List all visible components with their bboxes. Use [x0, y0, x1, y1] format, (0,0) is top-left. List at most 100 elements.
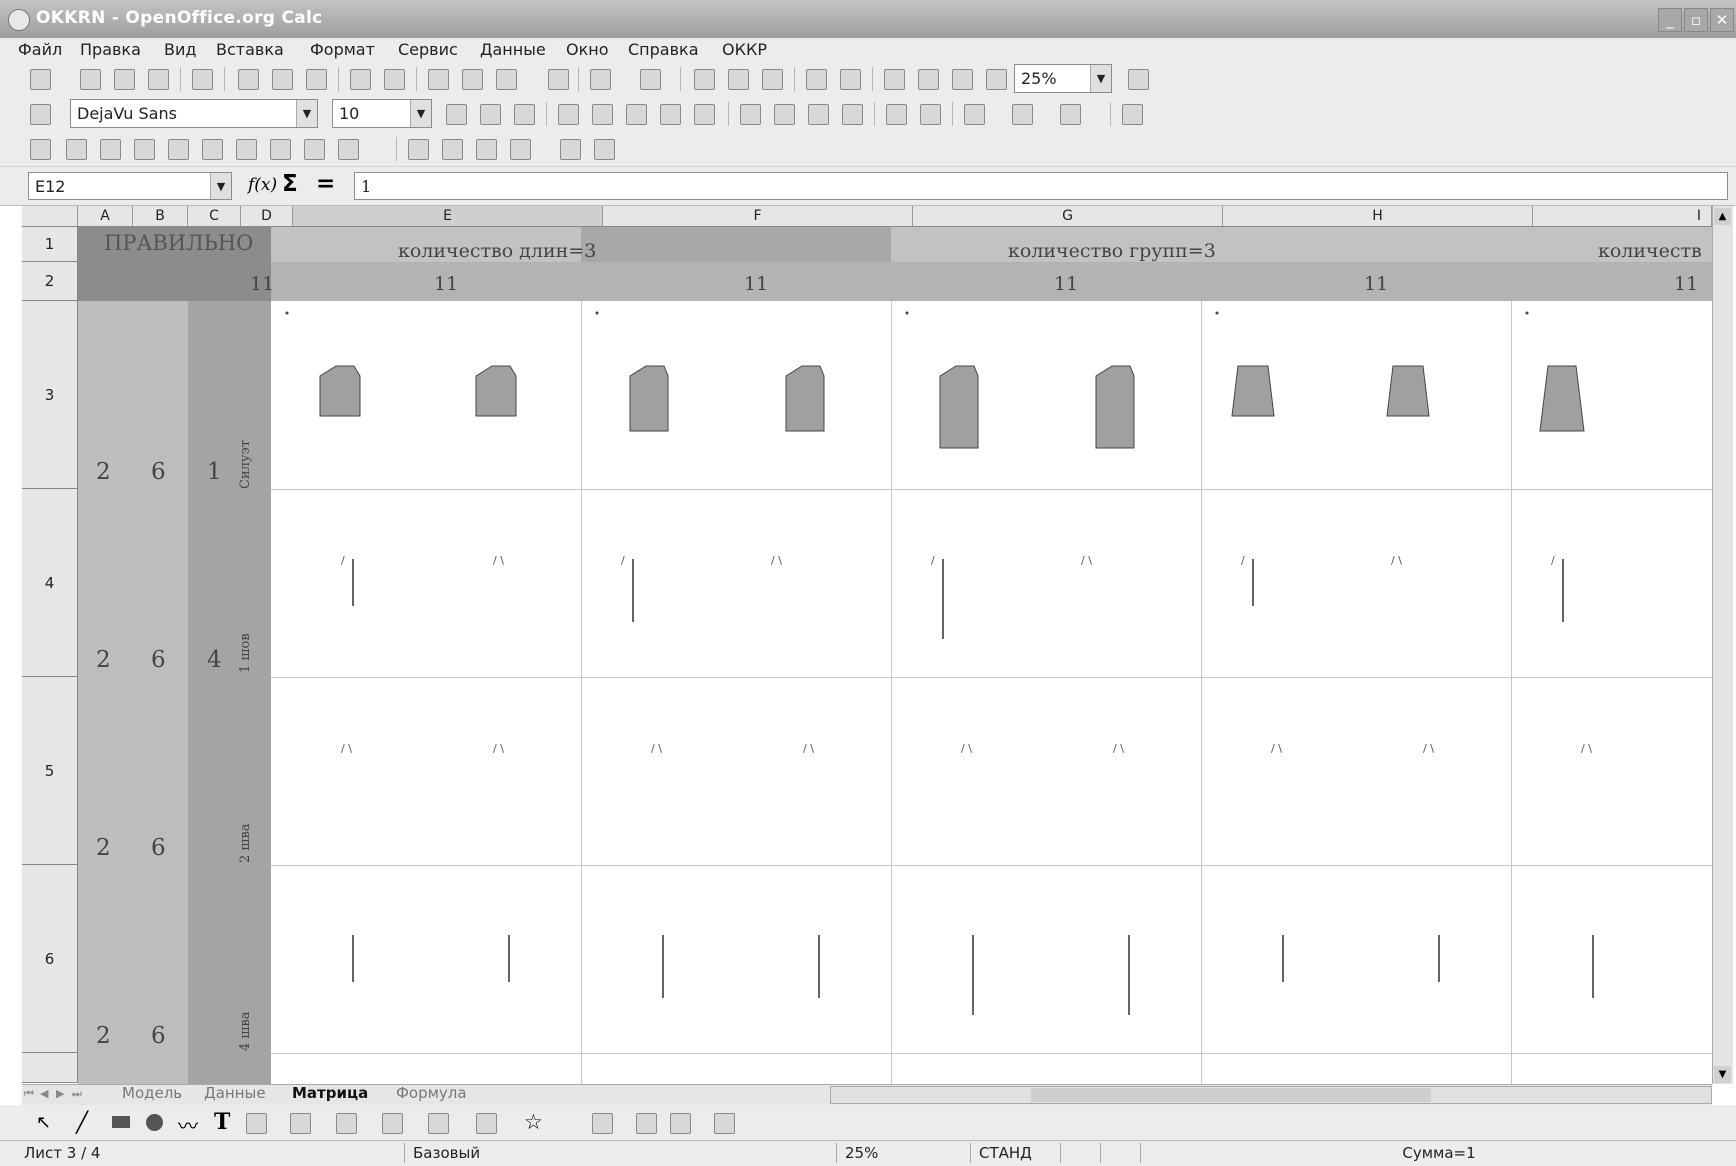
hyperlink-icon[interactable] — [694, 69, 715, 90]
status-zoom[interactable]: 25% — [836, 1143, 905, 1163]
column-header-a[interactable]: A — [78, 206, 133, 226]
gallery-icon[interactable] — [918, 69, 939, 90]
column-header-b[interactable]: B — [133, 206, 188, 226]
row-header-2[interactable]: 2 — [22, 262, 78, 301]
data-sources-icon[interactable] — [952, 69, 973, 90]
open-folder-icon[interactable] — [80, 69, 101, 90]
tab-model[interactable]: Модель — [122, 1084, 182, 1104]
tab-nav-prev-icon[interactable]: ◀ — [40, 1087, 48, 1100]
tab-nav-last-icon[interactable]: ⏭ — [72, 1087, 82, 1101]
basic-shapes-icon[interactable] — [290, 1113, 311, 1134]
row-header-4[interactable]: 4 — [22, 489, 78, 677]
navigator-icon[interactable] — [884, 69, 905, 90]
tab-nav-next-icon[interactable]: ▶ — [56, 1087, 64, 1100]
ungroup-icon[interactable] — [270, 139, 291, 160]
increase-indent-icon[interactable] — [920, 104, 941, 125]
page-preview-icon[interactable] — [306, 69, 327, 90]
sum-icon[interactable]: Σ — [282, 171, 298, 197]
italic-icon[interactable] — [480, 104, 501, 125]
justify-icon[interactable] — [660, 104, 681, 125]
copy-icon[interactable] — [462, 69, 483, 90]
group-icon[interactable] — [236, 139, 257, 160]
rectangle-icon[interactable] — [112, 1116, 130, 1128]
row-header-1[interactable]: 1 — [22, 227, 78, 262]
menu-okkr[interactable]: ОККР — [722, 40, 767, 59]
chevron-down-icon[interactable]: ▼ — [410, 100, 431, 127]
ellipse-icon[interactable] — [146, 1114, 163, 1131]
sort-descending-icon[interactable] — [762, 69, 783, 90]
sort-ascending-icon[interactable] — [728, 69, 749, 90]
menu-data[interactable]: Данные — [480, 40, 546, 59]
add-decimal-icon[interactable] — [808, 104, 829, 125]
exit-group-icon[interactable] — [338, 139, 359, 160]
scroll-down-icon[interactable]: ▼ — [1714, 1066, 1731, 1083]
tab-data[interactable]: Данные — [204, 1084, 266, 1104]
menu-help[interactable]: Справка — [628, 40, 699, 59]
zoom-icon[interactable] — [986, 69, 1007, 90]
underline-icon[interactable] — [514, 104, 535, 125]
column-header-f[interactable]: F — [603, 206, 913, 226]
edit-file-icon[interactable] — [192, 69, 213, 90]
row-header-6[interactable]: 6 — [22, 865, 78, 1053]
save-icon[interactable] — [114, 69, 135, 90]
menu-file[interactable]: Файл — [18, 40, 62, 59]
show-draw-functions-icon[interactable] — [840, 69, 861, 90]
fontwork-icon[interactable] — [636, 1113, 657, 1134]
menu-edit[interactable]: Правка — [80, 40, 141, 59]
from-file-icon[interactable] — [670, 1113, 691, 1134]
name-box[interactable]: E12 ▼ — [28, 172, 232, 200]
font-size-combo[interactable]: 10 ▼ — [332, 99, 432, 128]
chart-icon[interactable] — [806, 69, 827, 90]
delete-decimal-icon[interactable] — [842, 104, 863, 125]
redo-icon[interactable] — [640, 69, 661, 90]
menu-tools[interactable]: Сервис — [398, 40, 458, 59]
stack-icon[interactable] — [168, 139, 189, 160]
merge-cells-icon[interactable] — [694, 104, 715, 125]
macro-icon[interactable] — [408, 139, 429, 160]
chevron-down-icon[interactable]: ▼ — [1090, 65, 1111, 92]
insert-object-icon[interactable] — [134, 139, 155, 160]
scroll-up-icon[interactable]: ▲ — [1714, 208, 1731, 225]
freeform-icon[interactable]: 〰 — [178, 1110, 198, 1139]
points-icon[interactable] — [592, 1113, 613, 1134]
form-control-icon[interactable] — [30, 139, 51, 160]
chevron-down-icon[interactable]: ▼ — [296, 100, 317, 127]
form-design-icon[interactable] — [66, 139, 87, 160]
callouts-icon[interactable] — [476, 1113, 497, 1134]
insert-rows-icon[interactable] — [100, 139, 121, 160]
selection-mode[interactable] — [1060, 1143, 1099, 1163]
menu-insert[interactable]: Вставка — [216, 40, 284, 59]
bold-icon[interactable] — [446, 104, 467, 125]
new-document-icon[interactable] — [30, 69, 51, 90]
equals-icon[interactable]: = — [316, 171, 335, 197]
email-icon[interactable] — [148, 69, 169, 90]
close-icon[interactable]: ✕ — [1710, 8, 1734, 32]
align-right-icon[interactable] — [626, 104, 647, 125]
toggle-grid-icon[interactable] — [1122, 104, 1143, 125]
vertical-scrollbar[interactable]: ▲ ▼ — [1712, 206, 1733, 1084]
percent-icon[interactable] — [774, 104, 795, 125]
align-center-icon[interactable] — [592, 104, 613, 125]
maximize-icon[interactable]: ▫ — [1684, 8, 1708, 32]
flowchart-icon[interactable] — [428, 1113, 449, 1134]
tab-nav-first-icon[interactable]: ⏮ — [24, 1087, 34, 1101]
font-name-combo[interactable]: DejaVu Sans ▼ — [70, 99, 318, 128]
tab-matrix[interactable]: Матрица — [292, 1084, 368, 1104]
shape-icon[interactable] — [202, 139, 223, 160]
row-header-7[interactable] — [22, 1053, 78, 1083]
menu-view[interactable]: Вид — [164, 40, 196, 59]
print-icon[interactable] — [594, 139, 615, 160]
enter-group-icon[interactable] — [304, 139, 325, 160]
font-color-icon[interactable] — [1060, 104, 1081, 125]
background-color-icon[interactable] — [1012, 104, 1033, 125]
cell-grid[interactable]: ПРАВИЛЬНО количество длин=3 количество г… — [78, 227, 1712, 1084]
stars-icon[interactable]: ☆ — [524, 1110, 543, 1134]
column-header-g[interactable]: G — [913, 206, 1223, 226]
currency-icon[interactable] — [740, 104, 761, 125]
zoom-combo[interactable]: 25% ▼ — [1014, 64, 1112, 93]
row-header-5[interactable]: 5 — [22, 677, 78, 865]
formula-input[interactable]: 1 — [354, 172, 1728, 200]
frame-icon[interactable] — [560, 139, 581, 160]
tab-formula[interactable]: Формула — [396, 1084, 467, 1104]
export-pdf-icon[interactable] — [238, 69, 259, 90]
